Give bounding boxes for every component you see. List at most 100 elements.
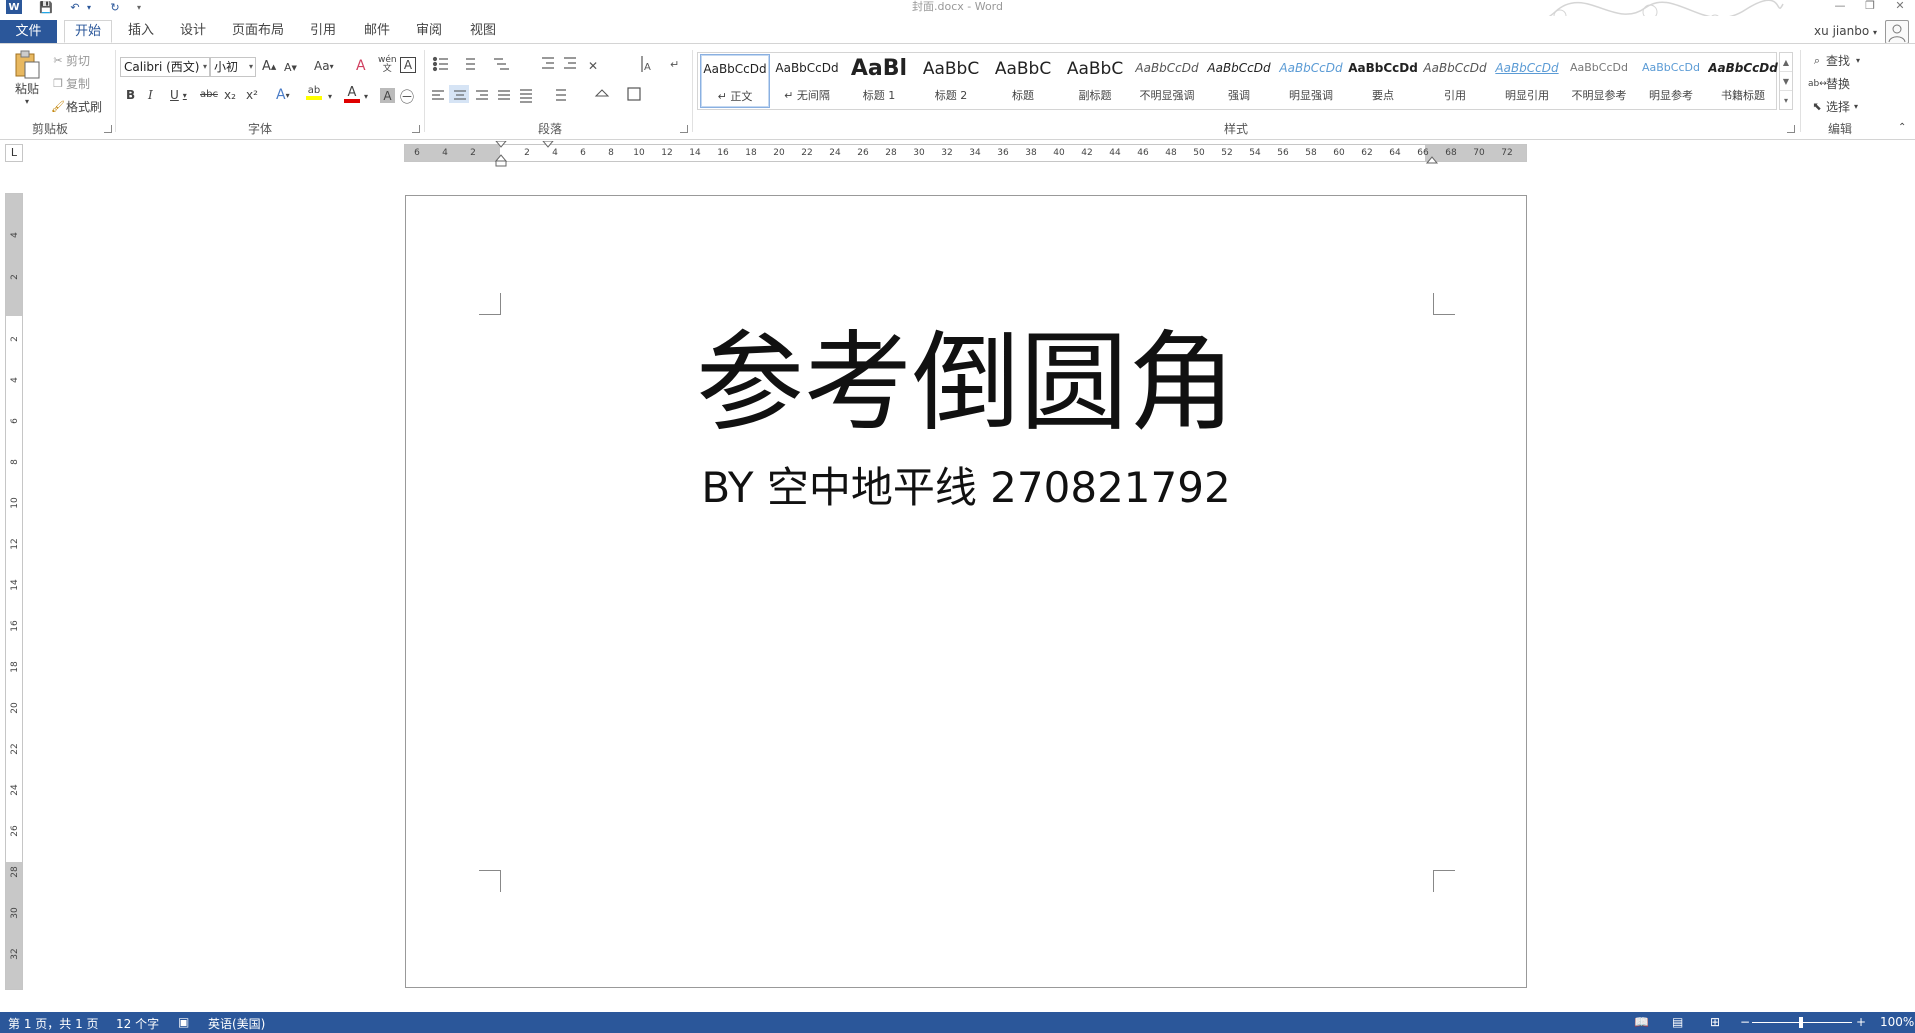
collapse-ribbon-icon[interactable]: ⌃ <box>1898 122 1906 133</box>
underline-button[interactable]: U ▾ <box>170 88 187 102</box>
ruler-tick-label: 14 <box>10 579 20 591</box>
title-bar: W 💾 ↶ ▾ ↻ ▾ 封面.docx - Word — ❐ ✕ <box>0 0 1915 39</box>
ruler-margin-bottom <box>6 862 22 989</box>
phonetic-guide-button[interactable]: wén 文 <box>378 56 397 74</box>
avatar[interactable] <box>1885 20 1909 44</box>
horizontal-ruler[interactable]: 6 4 2 2 4 6 8 10 12 14 16 18 20 22 24 26 28 30 32 34 36 38 40 4… <box>404 141 1527 167</box>
style-item[interactable]: AaBbC 标题 2 <box>916 54 986 108</box>
ruler-tick-label: 10 <box>633 148 645 158</box>
enclose-char-button[interactable]: ㊀ <box>400 87 414 107</box>
web-layout-icon[interactable]: ⊞ <box>1710 1015 1720 1029</box>
tab-references[interactable]: 引用 <box>302 20 344 43</box>
read-mode-icon[interactable]: 📖 <box>1634 1015 1649 1029</box>
document-page[interactable]: 参考倒圆角 BY 空中地平线 270821792 <box>405 195 1527 988</box>
document-subtitle[interactable]: BY 空中地平线 270821792 <box>406 462 1526 514</box>
char-border-button[interactable]: A <box>400 57 416 73</box>
copy-label: 复制 <box>66 77 91 91</box>
user-account[interactable]: xu jianbo ▾ <box>1814 24 1877 38</box>
font-color-button[interactable]: A <box>344 86 360 103</box>
text-effects-button[interactable]: A ▾ <box>276 87 290 103</box>
paste-button[interactable]: 粘贴 ▾ <box>10 50 44 112</box>
style-item[interactable]: AaBbCcDd 要点 <box>1348 54 1418 108</box>
style-item[interactable]: AaBbC 标题 <box>988 54 1058 108</box>
change-case-button[interactable]: Aa ▾ <box>314 59 334 73</box>
print-layout-icon[interactable]: ▤ <box>1672 1015 1683 1029</box>
style-item[interactable]: AaBbCcDd 不明显参考 <box>1564 54 1634 108</box>
font-launcher-icon[interactable] <box>412 125 420 133</box>
tab-file[interactable]: 文件 <box>0 20 57 43</box>
zoom-out-button[interactable]: − <box>1740 1015 1750 1029</box>
style-item[interactable]: AaBbCcDd 明显参考 <box>1636 54 1706 108</box>
right-indent-icon[interactable] <box>1425 155 1439 165</box>
tab-page-layout[interactable]: 页面布局 <box>226 20 290 43</box>
font-name-combo[interactable]: Calibri (西文) ▾ <box>120 57 210 77</box>
margin-corner-mark <box>1433 293 1455 315</box>
gallery-up-icon[interactable]: ▲ <box>1780 53 1792 72</box>
style-item[interactable]: AaBbCcDd 不明显强调 <box>1132 54 1202 108</box>
word-count[interactable]: 12 个字 <box>116 1015 159 1032</box>
gallery-down-icon[interactable]: ▼ <box>1780 72 1792 91</box>
style-item[interactable]: AaBbCcDd ↵ 无间隔 <box>772 54 842 108</box>
tab-selector[interactable]: L <box>5 144 23 162</box>
font-size-combo[interactable]: 小初 ▾ <box>210 57 256 77</box>
ruler-tick-label: 6 <box>10 418 20 424</box>
clipboard-launcher-icon[interactable] <box>104 125 112 133</box>
proofing-icon[interactable]: ▣ <box>178 1015 189 1029</box>
format-painter-icon: 🖌 <box>51 99 65 113</box>
style-item[interactable]: AaBl 标题 1 <box>844 54 914 108</box>
strikethrough-button[interactable]: abc <box>200 89 218 100</box>
document-heading[interactable]: 参考倒圆角 <box>406 324 1526 444</box>
replace-button[interactable]: ab↔ 替换 <box>1808 75 1850 92</box>
style-item[interactable]: AaBbC 副标题 <box>1060 54 1130 108</box>
tab-insert[interactable]: 插入 <box>120 20 162 43</box>
minimize-button[interactable]: — <box>1825 0 1855 14</box>
copy-button[interactable]: ❐ 复制 <box>50 75 90 92</box>
tab-design[interactable]: 设计 <box>172 20 214 43</box>
tab-mailings[interactable]: 邮件 <box>356 20 398 43</box>
page-count[interactable]: 第 1 页，共 1 页 <box>8 1015 99 1032</box>
style-item[interactable]: AaBbCcDd 书籍标题 <box>1708 54 1778 108</box>
zoom-in-button[interactable]: + <box>1856 1015 1866 1029</box>
paragraph-launcher-icon[interactable] <box>680 125 688 133</box>
superscript-button[interactable]: x² <box>246 88 258 102</box>
grow-font-button[interactable]: A ▲ <box>262 59 276 74</box>
subscript-button[interactable]: x₂ <box>224 88 236 102</box>
ruler-tick-label: 60 <box>1333 148 1345 158</box>
ruler-tick-label: 2 <box>524 148 530 158</box>
language-indicator[interactable]: 英语(美国) <box>208 1015 265 1032</box>
tab-view[interactable]: 视图 <box>462 20 504 43</box>
highlight-dropdown-icon[interactable]: ▾ <box>328 92 332 101</box>
format-painter-button[interactable]: 🖌 格式刷 <box>50 98 102 115</box>
ruler-margin-top <box>6 194 22 316</box>
char-shading-button[interactable]: A <box>380 88 395 103</box>
font-color-dropdown-icon[interactable]: ▾ <box>364 92 368 101</box>
styles-launcher-icon[interactable] <box>1787 125 1795 133</box>
close-button[interactable]: ✕ <box>1885 0 1915 14</box>
font-size-value: 小初 <box>214 60 239 74</box>
ribbon-home: 粘贴 ▾ ✂ 剪切 ❐ 复制 🖌 格式刷 剪贴板 Calibri (西文) ▾ 小初 ▾ … <box>0 43 1915 140</box>
find-button[interactable]: ⌕ 查找 ▾ <box>1808 52 1860 69</box>
gallery-more-icon[interactable]: ▾ <box>1780 91 1792 110</box>
style-item[interactable]: AaBbCcDd 明显强调 <box>1276 54 1346 108</box>
bold-button[interactable]: B <box>126 88 135 102</box>
zoom-level[interactable]: 100% <box>1880 1015 1914 1029</box>
tab-review[interactable]: 审阅 <box>408 20 450 43</box>
first-line-indent-icon[interactable] <box>541 141 555 151</box>
style-item[interactable]: AaBbCcDd ↵ 正文 <box>700 54 770 108</box>
cut-button[interactable]: ✂ 剪切 <box>50 52 90 69</box>
italic-button[interactable]: I <box>148 88 153 102</box>
style-item[interactable]: AaBbCcDd 引用 <box>1420 54 1490 108</box>
shrink-font-button[interactable]: A ▼ <box>284 61 297 74</box>
restore-button[interactable]: ❐ <box>1855 0 1885 14</box>
clear-formatting-button[interactable]: A <box>356 58 366 74</box>
select-button[interactable]: ⬉ 选择 ▾ <box>1808 98 1858 115</box>
vertical-ruler[interactable]: 4 2 2 4 6 8 10 12 14 16 18 20 22 24 26 28 30 32 <box>5 193 23 990</box>
ruler-tick-label: 28 <box>885 148 897 158</box>
zoom-slider-thumb[interactable] <box>1799 1017 1803 1028</box>
tab-home[interactable]: 开始 <box>64 20 112 43</box>
style-item[interactable]: AaBbCcDd 明显引用 <box>1492 54 1562 108</box>
highlight-button[interactable]: ab <box>306 86 322 100</box>
indent-marker-icon[interactable] <box>494 141 508 167</box>
style-item[interactable]: AaBbCcDd 强调 <box>1204 54 1274 108</box>
ruler-tick-label: 32 <box>10 948 20 960</box>
